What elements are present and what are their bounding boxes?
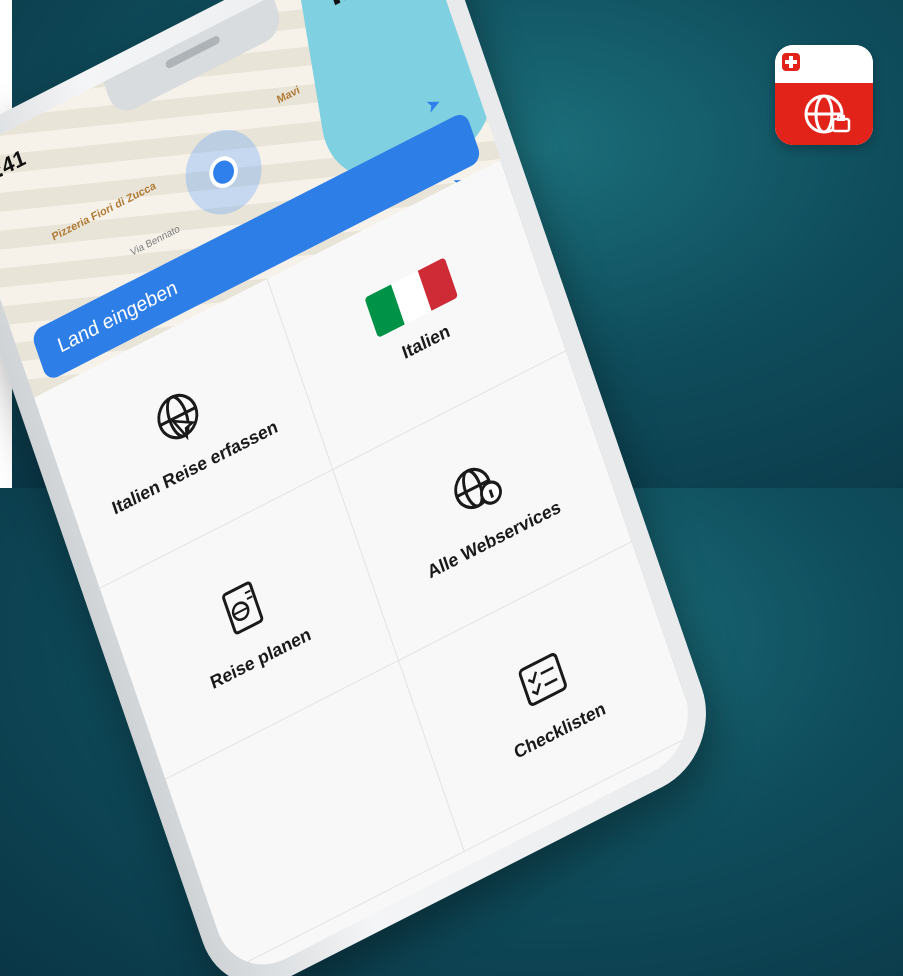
tile-label: Italien [399,319,453,363]
phone-body: Pizzeria Fiori di Zucca Via Bennato Mavi… [0,0,725,976]
checklist-icon [518,652,567,706]
globe-info-icon [453,467,502,509]
phone-mockup: Pizzeria Fiori di Zucca Via Bennato Mavi… [0,0,903,976]
phone-screen: Pizzeria Fiori di Zucca Via Bennato Mavi… [0,0,703,976]
map-poi-label: Pizzeria Fiori di Zucca [50,179,158,244]
globe-cursor-icon [156,393,198,441]
passport-icon [221,581,263,635]
map-street-label: Via Bennato [129,223,182,259]
map-poi-label-2: Mavi [275,84,302,107]
